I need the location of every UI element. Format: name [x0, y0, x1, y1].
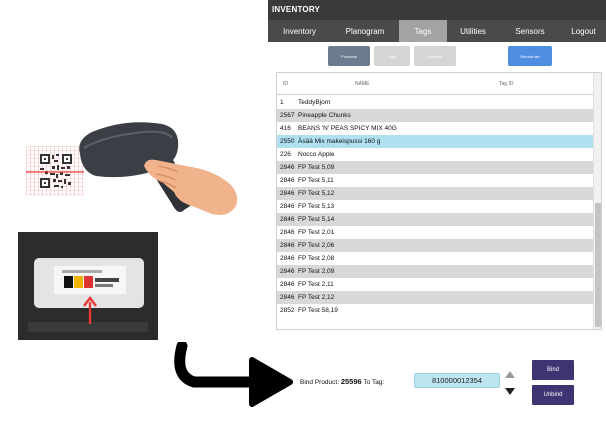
barcode-scanner-icon: [79, 122, 238, 215]
nav-inventory[interactable]: Inventory: [268, 20, 331, 42]
row-id: 226: [280, 151, 291, 158]
row-id: 2846: [280, 281, 295, 288]
nav-planogram[interactable]: Planogram: [331, 20, 399, 42]
row-name: FP Test 5,14: [298, 216, 335, 223]
row-name: FP Test 5,12: [298, 190, 335, 197]
row-id: 2846: [280, 242, 295, 249]
bind-product-id: 25596: [340, 377, 362, 386]
col-name[interactable]: NAME: [355, 81, 369, 87]
table-row[interactable]: 416 BEANS 'N' PEAS SPICY MIX 40G: [277, 122, 595, 135]
nav-utilities[interactable]: Utilities: [447, 20, 499, 42]
bind-to-tag-label: To Tag:: [363, 379, 385, 386]
row-name: BEANS 'N' PEAS SPICY MIX 40G: [298, 125, 397, 132]
table-body: 1 TeddyBjorn 2567 Pineapple Chunks 416 BEANS …: [277, 96, 595, 317]
unbind-button[interactable]: Unbind: [532, 385, 574, 405]
row-id: 1: [280, 99, 284, 106]
bind-product-label: Bind Product:: [300, 379, 340, 386]
nav-logout[interactable]: Logout: [561, 20, 606, 42]
row-id: 2846: [280, 203, 295, 210]
row-id: 2846: [280, 294, 295, 301]
scrollbar-thumb[interactable]: [595, 203, 601, 327]
row-name: TeddyBjorn: [298, 99, 331, 106]
table-row[interactable]: 2852 FP Test 58,19: [277, 304, 595, 317]
tab-products[interactable]: Products: [328, 46, 370, 66]
table-row[interactable]: 2550 Äsää Mix makeispussi 160 g: [277, 135, 595, 148]
screen: INVENTORY Inventory Planogram Tags Utili…: [0, 0, 606, 432]
table-row[interactable]: 226 Nocco Apple: [277, 148, 595, 161]
table-row[interactable]: 2846 FP Test 5,14: [277, 213, 595, 226]
row-name: FP Test 2,06: [298, 242, 335, 249]
table-row[interactable]: 2846 FP Test 2,08: [277, 252, 595, 265]
row-name: Pineapple Chunks: [298, 112, 351, 119]
reload-button[interactable]: Reload tab: [508, 46, 552, 66]
row-id: 2846: [280, 216, 295, 223]
table-header: ID NAME Tag ID: [277, 73, 595, 95]
table-scrollbar[interactable]: [593, 73, 601, 329]
bind-button[interactable]: Bind: [532, 360, 574, 380]
row-name: FP Test 2,12: [298, 294, 335, 301]
row-name: FP Test 2,09: [298, 268, 335, 275]
table-row[interactable]: 2846 FP Test 5,12: [277, 187, 595, 200]
app-title: INVENTORY: [268, 0, 606, 20]
row-name: Äsää Mix makeispussi 160 g: [298, 138, 381, 145]
subtab-bar: Products Tags Stations Reload tab: [268, 44, 606, 68]
row-id: 2852: [280, 307, 295, 314]
shelf-label-photo: [18, 232, 158, 340]
nav-sensors[interactable]: Sensors: [499, 20, 561, 42]
bind-label: Bind Product: 25596 To Tag:: [300, 377, 384, 386]
table-row[interactable]: 2846 FP Test 2,01: [277, 226, 595, 239]
row-id: 2846: [280, 255, 295, 262]
table-row[interactable]: 2846 FP Test 2,09: [277, 265, 595, 278]
row-id: 2846: [280, 268, 295, 275]
nav-tags[interactable]: Tags: [399, 20, 447, 42]
tag-id-input[interactable]: 810000012354: [414, 373, 500, 388]
row-id: 2846: [280, 190, 295, 197]
table-row[interactable]: 2846 FP Test 2,12: [277, 291, 595, 304]
col-tag-id[interactable]: Tag ID: [499, 81, 513, 87]
row-name: FP Test 2,11: [298, 281, 334, 288]
row-name: FP Test 58,19: [298, 307, 338, 314]
tab-tags[interactable]: Tags: [374, 46, 410, 66]
row-id: 2846: [280, 177, 295, 184]
table-row[interactable]: 2846 FP Test 5,13: [277, 200, 595, 213]
main-nav: Inventory Planogram Tags Utilities Senso…: [268, 20, 606, 42]
table-row[interactable]: 2846 FP Test 5,09: [277, 161, 595, 174]
row-name: FP Test 5,13: [298, 203, 335, 210]
row-id: 416: [280, 125, 291, 132]
row-id: 2846: [280, 229, 295, 236]
row-name: Nocco Apple: [298, 151, 335, 158]
row-id: 2550: [280, 138, 295, 145]
row-name: FP Test 2,01: [298, 229, 335, 236]
curved-arrow-icon: [174, 342, 293, 407]
tab-stations[interactable]: Stations: [414, 46, 456, 66]
row-id: 2567: [280, 112, 295, 119]
row-id: 2846: [280, 164, 295, 171]
bind-bar: Bind Product: 25596 To Tag: 810000012354…: [300, 358, 600, 408]
row-name: FP Test 5,11: [298, 177, 334, 184]
table-row[interactable]: 2846 FP Test 2,06: [277, 239, 595, 252]
table-row[interactable]: 2846 FP Test 2,11: [277, 278, 595, 291]
table-row[interactable]: 2567 Pineapple Chunks: [277, 109, 595, 122]
table-row[interactable]: 1 TeddyBjorn: [277, 96, 595, 109]
inventory-app: INVENTORY Inventory Planogram Tags Utili…: [268, 0, 606, 332]
col-id[interactable]: ID: [283, 81, 288, 87]
products-table: ID NAME Tag ID 1 TeddyBjorn 2567 Pineapple …: [276, 72, 602, 330]
row-name: FP Test 2,08: [298, 255, 335, 262]
row-name: FP Test 5,09: [298, 164, 335, 171]
tag-up-arrow-icon[interactable]: [505, 371, 515, 378]
tag-down-arrow-icon[interactable]: [505, 388, 515, 395]
table-row[interactable]: 2846 FP Test 5,11: [277, 174, 595, 187]
